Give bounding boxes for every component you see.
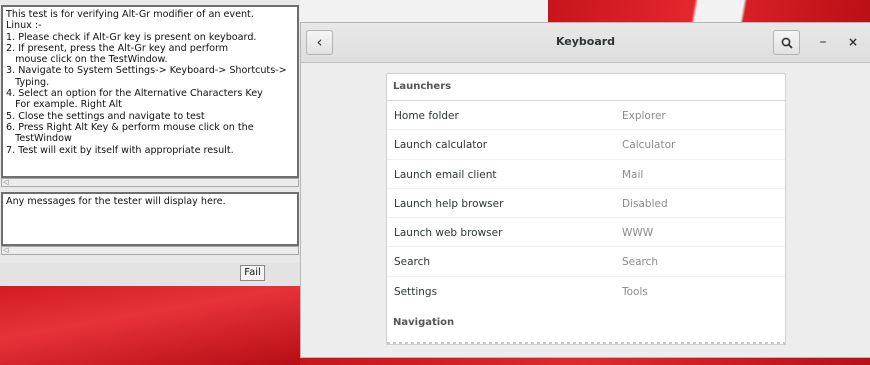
section-header-launchers: Launchers (387, 74, 785, 101)
shortcut-name: Settings (394, 285, 438, 298)
minimize-button[interactable]: – (814, 33, 832, 51)
scroll-left-icon[interactable]: ◁ (3, 179, 11, 186)
shortcut-name: Launch calculator (394, 139, 488, 152)
shortcut-accelerator: Explorer (622, 110, 666, 122)
scroll-left-icon[interactable]: ◁ (3, 247, 11, 254)
shortcut-name: Search (394, 256, 431, 269)
messages-horizontal-scrollbar[interactable]: ◁ (1, 246, 299, 255)
shortcut-name: Home folder (394, 110, 459, 122)
shortcut-accelerator: Search (622, 256, 659, 269)
shortcut-accelerator: Mail (622, 168, 644, 181)
desktop-wallpaper-bottom (0, 286, 300, 365)
fail-button[interactable]: Fail (240, 265, 265, 281)
shortcut-row-launch-help-browser[interactable]: Launch help browser Disabled (387, 189, 785, 219)
shortcut-row-settings[interactable]: Settings Tools (387, 277, 785, 306)
shortcuts-list: Launchers Home folder Explorer Launch ca… (386, 73, 786, 345)
test-instructions-window: This test is for verifying Alt-Gr modifi… (0, 0, 300, 286)
shortcut-name: Launch web browser (394, 227, 503, 240)
shortcut-row-launch-calculator[interactable]: Launch calculator Calculator (387, 130, 785, 160)
shortcut-accelerator: Tools (622, 285, 648, 298)
shortcut-accelerator: Calculator (622, 139, 676, 152)
instructions-horizontal-scrollbar[interactable]: ◁ (1, 178, 299, 187)
shortcut-row-launch-web-browser[interactable]: Launch web browser WWW (387, 218, 785, 248)
search-icon (781, 37, 793, 49)
shortcut-accelerator: Disabled (622, 197, 668, 210)
shortcut-row-home-folder[interactable]: Home folder Explorer (387, 101, 785, 131)
keyboard-settings-window: ‹ Keyboard – × Launchers Home folder Exp… (300, 22, 870, 358)
shortcut-row-launch-email-client[interactable]: Launch email client Mail (387, 160, 785, 189)
shortcut-row-search[interactable]: Search Search (387, 247, 785, 277)
shortcut-accelerator: WWW (622, 227, 654, 240)
instructions-textarea[interactable]: This test is for verifying Alt-Gr modifi… (1, 5, 299, 178)
close-button[interactable]: × (844, 33, 862, 51)
header-bar: ‹ Keyboard – × (301, 23, 870, 63)
messages-textarea[interactable]: Any messages for the tester will display… (1, 192, 299, 246)
desktop-wallpaper-strip (300, 358, 870, 365)
section-header-navigation: Navigation (393, 317, 455, 329)
search-button[interactable] (773, 30, 800, 55)
shortcut-name: Launch help browser (394, 197, 504, 210)
list-bottom-edge (387, 342, 785, 344)
shortcut-name: Launch email client (394, 168, 497, 181)
